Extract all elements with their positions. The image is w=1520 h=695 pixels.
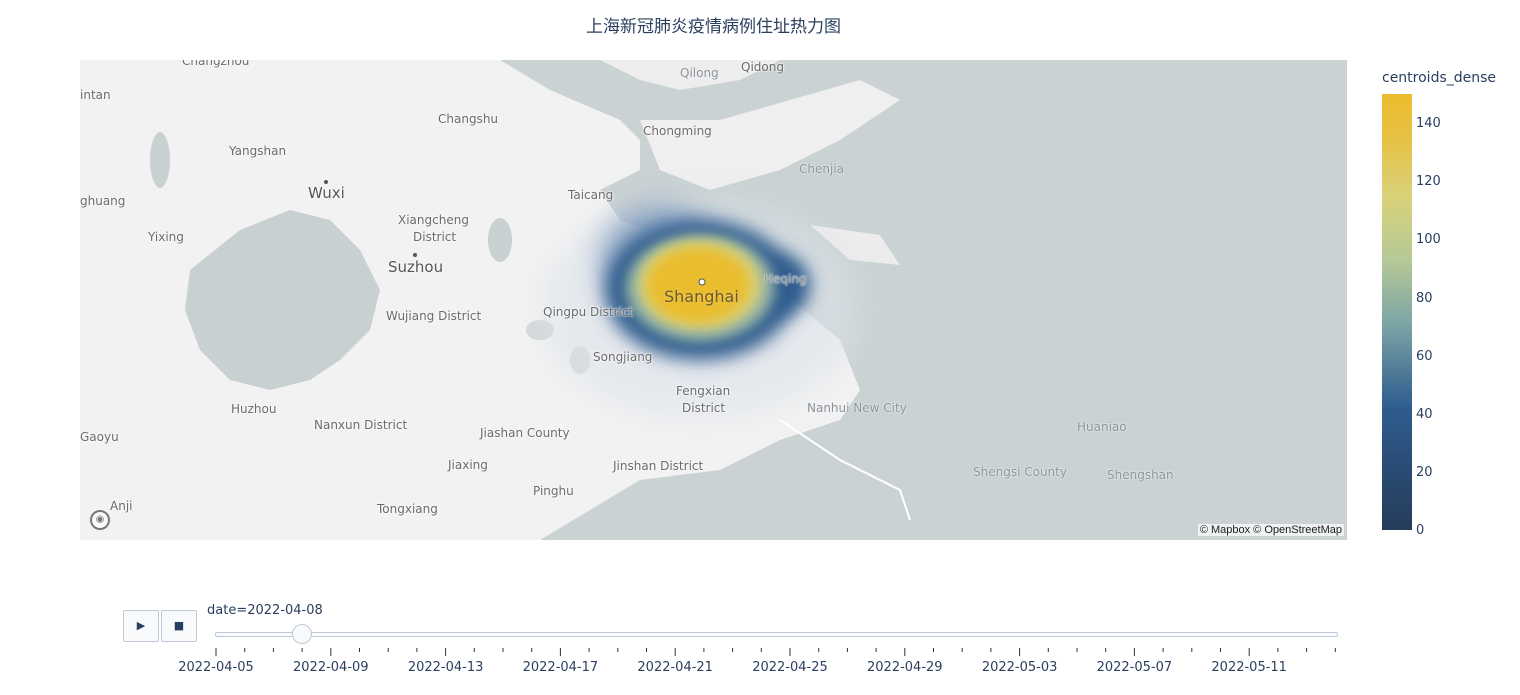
place-label: Pinghu [533, 484, 574, 498]
suzhou-marker [413, 253, 417, 257]
place-label: Changzhou [182, 60, 250, 68]
place-label: Jiaxing [448, 458, 488, 472]
place-label: Gaoyu [80, 430, 119, 444]
place-label: Taicang [568, 188, 614, 202]
place-label: District [413, 230, 457, 244]
place-label: Xiangcheng [398, 213, 469, 227]
place-label: Qidong [741, 60, 784, 74]
slider-date-label: 2022-04-17 [522, 660, 599, 675]
lake [150, 132, 170, 188]
heatmap-map[interactable]: Changzhou Qilong Qidong intan Changshu Chongm… [80, 60, 1347, 540]
place-label: Shengshan [1107, 468, 1174, 482]
colorbar-tick-label: 100 [1416, 232, 1441, 247]
colorbar-tick-label: 40 [1416, 407, 1433, 422]
place-label: Nanxun District [314, 418, 408, 432]
place-label: Fengxian [676, 384, 731, 398]
slider-handle[interactable] [292, 624, 313, 644]
place-label: Heqing [764, 272, 807, 286]
place-label: Jiashan County [480, 426, 570, 440]
colorbar-tick-label: 80 [1416, 291, 1433, 306]
place-label: Jinshan District [613, 459, 704, 473]
slider-date-label: 2022-05-03 [981, 660, 1058, 675]
place-label: Chenjia [799, 162, 844, 176]
slider-track[interactable] [215, 632, 1338, 637]
place-label: Changshu [438, 112, 499, 126]
place-label: Nanhui New City [807, 401, 907, 415]
place-label: District [682, 401, 726, 415]
slider-date-label: 2022-04-25 [752, 660, 828, 675]
place-label: Wujiang District [386, 309, 482, 323]
lake [488, 218, 512, 262]
shanghai-marker [698, 278, 706, 286]
place-label: Shanghai [664, 287, 739, 306]
slider-date-label: 2022-04-29 [867, 660, 943, 675]
place-label: Yixing [148, 230, 184, 244]
place-label: Songjiang [593, 350, 653, 364]
place-label: Qilong [680, 66, 719, 80]
coast-line [779, 419, 911, 521]
place-label: Suzhou [388, 258, 444, 276]
stop-button[interactable]: ■ [161, 610, 197, 642]
colorbar-tick-label: 140 [1416, 116, 1441, 131]
slider-date-label: 2022-04-05 [178, 660, 254, 675]
place-label: intan [80, 88, 111, 102]
colorbar-tick-label: 60 [1416, 349, 1433, 364]
slider-date-label: 2022-05-07 [1096, 660, 1173, 675]
colorbar [1382, 94, 1412, 530]
place-label: Chongming [643, 124, 712, 138]
place-label: Yangshan [229, 144, 287, 158]
play-button[interactable]: ▶ [123, 610, 159, 642]
colorbar-tick-label: 0 [1416, 523, 1425, 538]
place-label: Anji [110, 499, 133, 513]
colorbar-tick-label: 20 [1416, 465, 1433, 480]
map-attribution[interactable]: © Mapbox © OpenStreetMap [1197, 524, 1344, 536]
chart-title: 上海新冠肺炎疫情病例住址热力图 [586, 17, 841, 37]
slider-ticks [215, 648, 1336, 656]
place-label: Qingpu District [543, 305, 634, 319]
place-label: Wuxi [308, 184, 345, 202]
mapbox-logo-icon[interactable]: ◉ [90, 510, 110, 530]
place-label: Huaniao [1077, 420, 1127, 434]
colorbar-title: centroids_dense [1382, 70, 1497, 86]
slider-date-label: 2022-04-13 [407, 660, 484, 675]
slider-date-label: 2022-04-09 [293, 660, 369, 675]
colorbar-tick-label: 120 [1416, 174, 1441, 189]
place-label: Tongxiang [377, 502, 438, 516]
slider-current-value: date=2022-04-08 [207, 603, 323, 618]
slider-date-label: 2022-05-11 [1211, 660, 1287, 675]
place-label: Shengsi County [973, 465, 1067, 479]
slider-date-label: 2022-04-21 [637, 660, 713, 675]
place-label: Huzhou [231, 402, 277, 416]
place-label: ghuang [80, 194, 126, 208]
